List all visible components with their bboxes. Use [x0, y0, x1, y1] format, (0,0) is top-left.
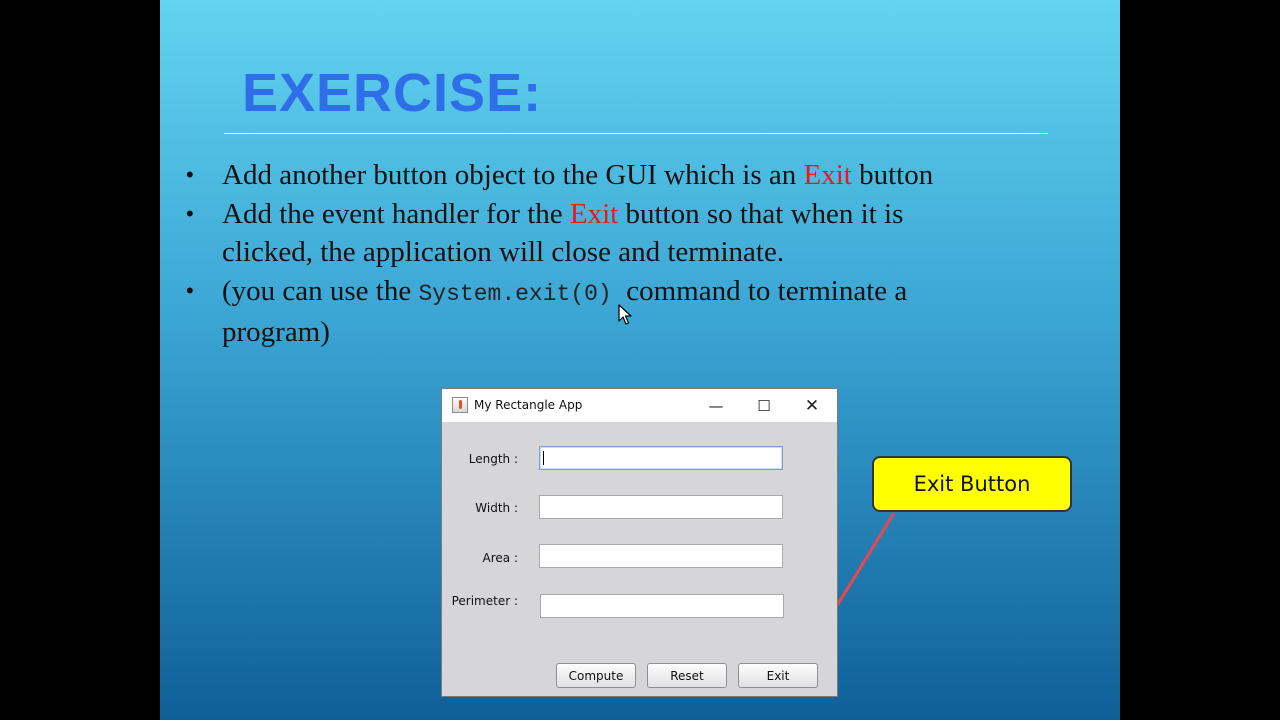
- length-label: Length :: [468, 452, 518, 466]
- window-titlebar[interactable]: My Rectangle App — ☐ ✕: [442, 389, 837, 422]
- area-label: Area :: [482, 551, 518, 565]
- title-divider: [224, 133, 1048, 134]
- bullet-2-line-2: clicked, the application will close and …: [222, 236, 785, 268]
- compute-button[interactable]: Compute: [556, 663, 636, 688]
- bullet-dot: •: [186, 162, 194, 187]
- slide-title: EXERCISE:: [242, 63, 543, 123]
- maximize-button[interactable]: ☐: [744, 393, 784, 419]
- java-cup-icon: [452, 397, 468, 413]
- minimize-button[interactable]: —: [696, 393, 736, 419]
- bullet-dot: •: [186, 278, 194, 303]
- bullet-dot: •: [186, 201, 194, 226]
- rectangle-app-window[interactable]: My Rectangle App — ☐ ✕ Length : Width : …: [441, 388, 838, 697]
- bullet-1-text-before: Add another button object to the GUI whi…: [222, 159, 804, 191]
- bullet-3-line-2: program): [222, 316, 330, 348]
- bullet-2-text-after: button so that when it is: [618, 198, 904, 230]
- mouse-pointer-icon: [618, 304, 632, 325]
- bullet-3-text-before: (you can use the: [222, 275, 419, 307]
- length-input[interactable]: [539, 446, 783, 470]
- bullet-3-code: System.exit(0): [418, 281, 612, 307]
- reset-button[interactable]: Reset: [647, 663, 727, 688]
- bullet-2-highlight: Exit: [569, 198, 619, 230]
- window-title: My Rectangle App: [474, 398, 583, 412]
- width-input[interactable]: [539, 495, 783, 519]
- bullet-1-text-after: button: [851, 159, 934, 191]
- perimeter-input[interactable]: [540, 594, 784, 618]
- area-input[interactable]: [539, 544, 783, 568]
- perimeter-label: Perimeter :: [451, 594, 518, 608]
- text-caret: [543, 451, 544, 465]
- width-label: Width :: [475, 501, 518, 515]
- close-button[interactable]: ✕: [792, 393, 832, 419]
- bullet-2-text-before: Add the event handler for the: [222, 198, 570, 230]
- bullet-3-text-after: command to terminate a: [611, 275, 908, 307]
- exit-button-callout: Exit Button: [872, 456, 1072, 512]
- exit-button[interactable]: Exit: [738, 663, 818, 688]
- bullet-1-highlight: Exit: [803, 159, 852, 191]
